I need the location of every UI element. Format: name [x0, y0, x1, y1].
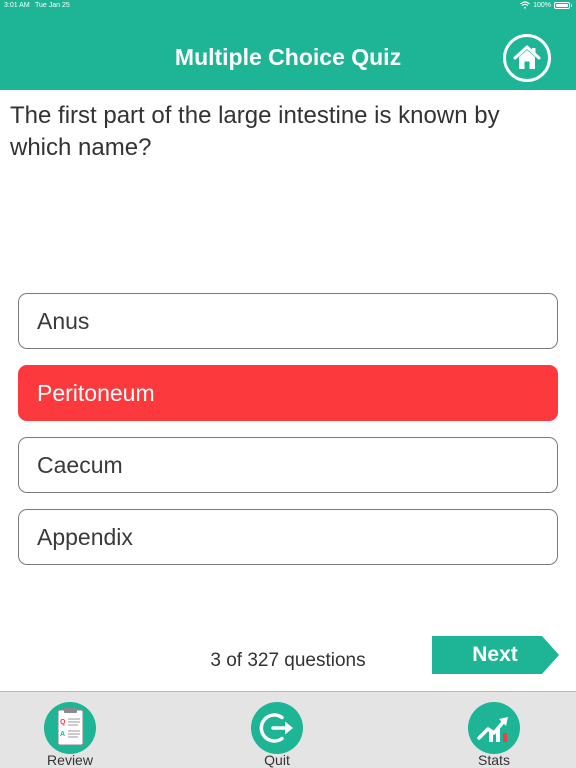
tab-quit[interactable]: Quit: [237, 702, 317, 768]
tab-quit-label: Quit: [264, 752, 290, 768]
clipboard-icon: Q A: [57, 708, 84, 746]
wifi-icon: [520, 1, 530, 9]
status-time: 3:01 AM: [4, 2, 30, 9]
chart-trend-icon: [477, 717, 508, 742]
quit-tab-icon-circle: [251, 702, 303, 754]
next-button[interactable]: Next: [432, 636, 559, 674]
header-bar: 3:01 AM Tue Jan 25 100% Multiple Choice …: [0, 0, 576, 90]
status-date: Tue Jan 25: [35, 2, 70, 9]
answer-option-2-wrong[interactable]: Peritoneum: [18, 365, 558, 421]
tab-stats-label: Stats: [478, 752, 510, 768]
next-button-label: Next: [472, 643, 518, 666]
page-title: Multiple Choice Quiz: [174, 44, 402, 70]
tab-stats[interactable]: Stats: [454, 702, 534, 768]
svg-text:A: A: [60, 731, 65, 738]
quiz-screen: 3:01 AM Tue Jan 25 100% Multiple Choice …: [0, 0, 576, 768]
status-indicators: 100%: [520, 1, 572, 9]
review-tab-icon-circle: Q A: [44, 702, 96, 754]
answer-option-3[interactable]: Caecum: [18, 437, 558, 493]
question-text: The first part of the large intestine is…: [10, 102, 500, 161]
battery-percent: 100%: [533, 1, 551, 9]
answer-option-4[interactable]: Appendix: [18, 509, 558, 565]
bottom-tab-bar: Q A Review Quit Stats: [0, 691, 576, 768]
home-button[interactable]: [503, 34, 551, 82]
tab-review[interactable]: Q A Review: [30, 702, 110, 768]
home-icon: [513, 45, 541, 69]
tab-review-label: Review: [47, 752, 93, 768]
status-bar: 3:01 AM Tue Jan 25 100%: [0, 0, 576, 12]
exit-icon: [259, 713, 293, 743]
battery-icon: [554, 1, 572, 9]
svg-text:Q: Q: [60, 719, 66, 726]
answer-option-1[interactable]: Anus: [18, 293, 558, 349]
stats-tab-icon-circle: [468, 702, 520, 754]
